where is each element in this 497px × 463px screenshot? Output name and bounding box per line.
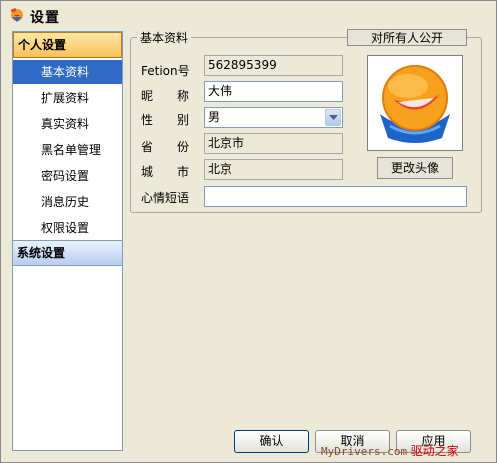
gender-selected-value: 男 — [208, 110, 221, 124]
personal-settings-header[interactable]: 个人设置 — [13, 32, 122, 58]
watermark-site: MyDrivers.com — [321, 445, 408, 458]
title-bar: 设置 — [1, 1, 496, 29]
nickname-label: 昵 称 — [141, 89, 190, 103]
chevron-down-icon[interactable] — [325, 109, 341, 126]
ok-button[interactable]: 确认 — [234, 430, 309, 453]
sidebar-item-message-history[interactable]: 消息历史 — [13, 190, 122, 214]
city-label: 城 市 — [141, 165, 190, 179]
gender-select[interactable]: 男 — [204, 107, 343, 128]
system-settings-header[interactable]: 系统设置 — [13, 240, 122, 266]
fetion-app-icon — [9, 7, 25, 23]
sidebar-item-permissions[interactable]: 权限设置 — [13, 216, 122, 240]
city-field: 北京 — [204, 159, 343, 180]
nickname-input[interactable]: 大伟 — [204, 81, 343, 102]
province-label: 省 份 — [141, 140, 190, 154]
sidebar-item-real-info[interactable]: 真实资料 — [13, 112, 122, 136]
sidebar-item-basic-info[interactable]: 基本资料 — [13, 60, 122, 84]
sidebar-item-blacklist[interactable]: 黑名单管理 — [13, 138, 122, 162]
sidebar-item-password[interactable]: 密码设置 — [13, 164, 122, 188]
gender-label: 性 别 — [141, 113, 190, 127]
privacy-button[interactable]: 对所有人公开 — [347, 29, 467, 46]
window-title: 设置 — [30, 10, 60, 26]
fetion-avatar-icon — [380, 65, 450, 143]
avatar — [367, 55, 463, 151]
fetion-label: Fetion号 — [141, 64, 190, 78]
province-field: 北京市 — [204, 133, 343, 154]
mood-label: 心情短语 — [141, 191, 190, 205]
change-avatar-button[interactable]: 更改头像 — [377, 157, 453, 179]
groupbox-title: 基本资料 — [137, 29, 192, 46]
mood-input[interactable] — [204, 186, 467, 207]
settings-window: 设置 个人设置 基本资料 扩展资料 真实资料 黑名单管理 密码设置 消息历史 权… — [0, 0, 497, 463]
sidebar-item-extended-info[interactable]: 扩展资料 — [13, 86, 122, 110]
watermark: MyDrivers.com 驱动之家 — [321, 442, 459, 459]
watermark-name: 驱动之家 — [410, 444, 459, 458]
settings-sidebar: 个人设置 基本资料 扩展资料 真实资料 黑名单管理 密码设置 消息历史 权限设置… — [12, 31, 123, 451]
fetion-number-field: 562895399 — [204, 55, 343, 76]
